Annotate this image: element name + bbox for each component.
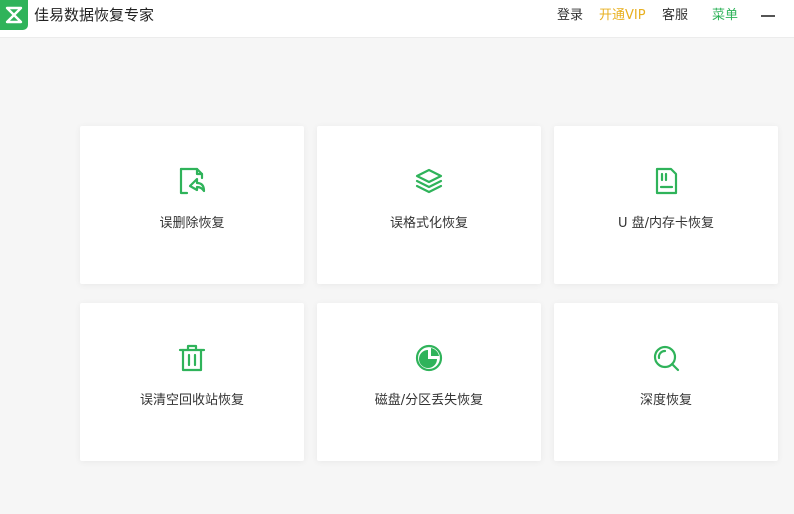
file-restore-icon — [177, 166, 207, 196]
card-deleted-recovery[interactable]: 误删除恢复 — [80, 126, 304, 284]
card-deep-recovery[interactable]: 深度恢复 — [554, 303, 778, 461]
card-label: 误清空回收站恢复 — [139, 393, 244, 408]
trash-icon — [177, 343, 207, 373]
sd-card-icon — [651, 166, 681, 196]
minimize-icon[interactable] — [761, 7, 777, 25]
search-icon — [651, 343, 681, 373]
card-format-recovery[interactable]: 误格式化恢复 — [317, 126, 541, 284]
card-label: 误格式化恢复 — [389, 216, 468, 231]
pie-chart-icon — [414, 343, 444, 373]
card-usb-sdcard-recovery[interactable]: U 盘/内存卡恢复 — [554, 126, 778, 284]
card-recycle-bin-recovery[interactable]: 误清空回收站恢复 — [80, 303, 304, 461]
menu-button[interactable]: 菜单 — [712, 7, 738, 25]
card-partition-recovery[interactable]: 磁盘/分区丢失恢复 — [317, 303, 541, 461]
layers-icon — [414, 166, 444, 196]
app-title: 佳易数据恢复专家 — [34, 6, 155, 24]
login-button[interactable]: 登录 — [557, 7, 583, 25]
open-vip-button[interactable]: 开通VIP — [599, 7, 646, 25]
customer-service-button[interactable]: 客服 — [662, 7, 688, 25]
card-label: 误删除恢复 — [159, 216, 225, 231]
card-label: 磁盘/分区丢失恢复 — [374, 393, 484, 408]
title-bar: 佳易数据恢复专家 登录 开通VIP 客服 菜单 — [0, 0, 794, 38]
card-label: 深度恢复 — [639, 393, 692, 408]
app-logo-icon — [0, 0, 28, 30]
card-label: U 盘/内存卡恢复 — [617, 216, 715, 231]
